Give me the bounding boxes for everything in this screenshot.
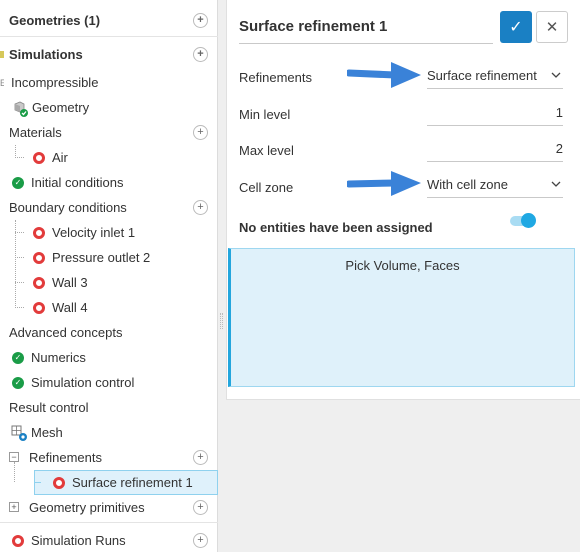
tree-item-wall3[interactable]: Wall 3 [0,270,218,295]
add-simulation-icon[interactable]: + [193,47,208,62]
tree-item-label: Incompressible [11,75,99,90]
refinement-type-value: Surface refinement [427,68,537,83]
tree-item-label: Geometries (1) [9,13,101,28]
error-status-icon [33,226,45,239]
tree-item-label: Surface refinement 1 [72,475,193,490]
refinement-name-input[interactable]: Surface refinement 1 [239,10,493,44]
divider [0,522,218,523]
add-simulation-run-icon[interactable]: + [193,533,208,548]
tree-item-simulation-control[interactable]: ✓ Simulation control [0,370,218,395]
min-level-label: Min level [239,107,291,122]
error-status-icon [33,276,45,289]
mesh-icon [9,424,29,442]
property-panel: Surface refinement 1 ✓ ✕ Refinements Sur… [226,0,580,400]
annotation-arrow-icon [347,171,421,196]
tree-item-label: Simulation Runs [31,533,126,548]
assignment-status-text: No entities have been assigned [239,220,433,235]
cell-zone-select[interactable]: With cell zone [427,172,563,198]
error-status-icon [53,476,65,489]
tree-item-label: Simulations [9,47,83,62]
tree-item-label: Pressure outlet 2 [52,250,151,265]
tree-item-label: Result control [9,400,89,415]
min-level-input[interactable]: 1 [427,100,563,126]
tree-item-label: Geometry primitives [29,500,145,515]
tree-item-label: Numerics [31,350,86,365]
expand-marker-icon: E [0,77,4,88]
tree-item-label: Wall 4 [52,300,88,315]
error-status-icon [33,151,45,164]
tree-item-boundary-conditions[interactable]: Boundary conditions + [0,195,218,220]
refinement-type-select[interactable]: Surface refinement [427,63,563,89]
max-level-label: Max level [239,143,294,158]
panel-resize-handle[interactable] [220,313,223,329]
tree-item-label: Initial conditions [31,175,124,190]
max-level-input[interactable]: 2 [427,136,563,162]
tree-item-geometries[interactable]: Geometries (1) + [0,8,218,33]
tree-item-advanced-concepts[interactable]: Advanced concepts [0,320,218,345]
tree-connector [34,482,41,483]
tree-item-initial-conditions[interactable]: ✓ Initial conditions [0,170,218,195]
add-material-icon[interactable]: + [193,125,208,140]
chevron-down-icon [551,179,561,190]
simulation-marker-icon [0,51,4,58]
tree-item-air[interactable]: Air [0,145,218,170]
tree-item-label: Wall 3 [52,275,88,290]
tree-item-pressure-outlet[interactable]: Pressure outlet 2 [0,245,218,270]
tree-item-numerics[interactable]: ✓ Numerics [0,345,218,370]
tree-item-wall4[interactable]: Wall 4 [0,295,218,320]
tree-item-result-control[interactable]: Result control [0,395,218,420]
tree-item-label: Refinements [29,450,102,465]
ok-status-icon: ✓ [12,351,24,364]
pick-instruction: Pick Volume, Faces [345,258,460,273]
toggle-knob [521,213,536,228]
close-button[interactable]: ✕ [536,11,568,43]
tree-item-label: Materials [9,125,62,140]
entity-selection-toggle[interactable] [510,213,536,228]
tree-item-label: Mesh [31,425,63,440]
simulation-tree: Geometries (1) + Simulations + E Incompr… [0,0,218,552]
tree-item-surface-refinement[interactable]: Surface refinement 1 [34,470,218,495]
tree-item-label: Advanced concepts [9,325,123,340]
geometry-icon [11,99,29,117]
tree-item-label: Boundary conditions [9,200,127,215]
tree-item-label: Air [52,150,68,165]
tree-item-simulations[interactable]: Simulations + [0,42,218,67]
tree-item-materials[interactable]: Materials + [0,120,218,145]
tree-connector [14,462,15,482]
tree-item-mesh[interactable]: Mesh [0,420,218,445]
tree-item-refinements[interactable]: Refinements + [0,445,218,470]
add-geometry-icon[interactable]: + [193,13,208,28]
annotation-arrow-icon [347,62,421,88]
confirm-button[interactable]: ✓ [500,11,532,43]
ok-status-icon: ✓ [12,376,24,389]
error-status-icon [33,251,45,264]
tree-item-velocity-inlet[interactable]: Velocity inlet 1 [0,220,218,245]
tree-item-label: Simulation control [31,375,135,390]
error-status-icon [12,534,24,547]
chevron-down-icon [551,70,561,81]
tree-item-label: Velocity inlet 1 [52,225,136,240]
tree-item-simulation-runs[interactable]: Simulation Runs + [0,528,218,552]
add-geometry-primitive-icon[interactable]: + [193,500,208,515]
error-status-icon [33,301,45,314]
ok-status-icon: ✓ [12,176,24,189]
cell-zone-label: Cell zone [239,180,294,195]
tree-item-geometry[interactable]: Geometry [0,95,218,120]
tree-item-incompressible[interactable]: E Incompressible [0,70,218,95]
divider [0,36,218,37]
close-icon: ✕ [545,19,559,36]
check-icon: ✓ [509,19,523,36]
add-refinement-icon[interactable]: + [193,450,208,465]
entity-pick-area[interactable]: Pick Volume, Faces [228,248,575,387]
add-boundary-condition-icon[interactable]: + [193,200,208,215]
tree-item-geometry-primitives[interactable]: Geometry primitives + [0,495,218,520]
tree-item-label: Geometry [32,100,90,115]
refinements-label: Refinements [239,70,312,85]
cell-zone-value: With cell zone [427,177,508,192]
